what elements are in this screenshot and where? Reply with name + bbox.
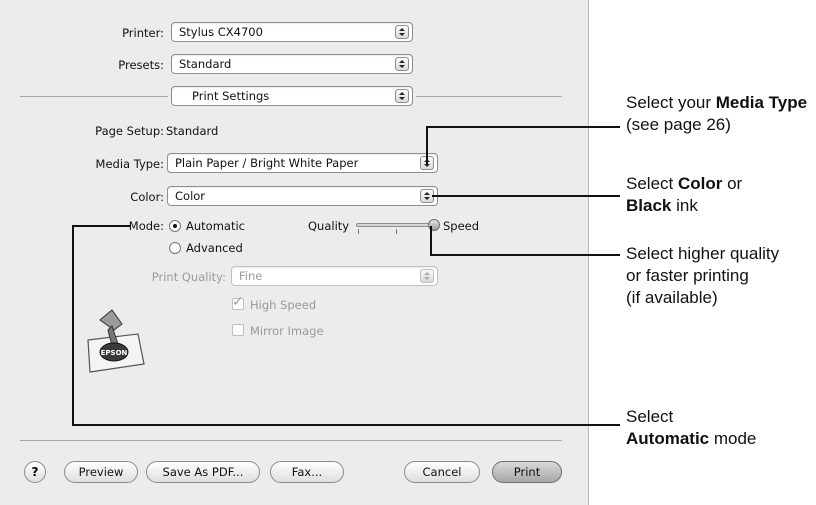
page-setup-label: Page Setup:	[95, 124, 164, 138]
chevron-updown-icon	[395, 89, 409, 103]
mode-advanced-radio[interactable]	[169, 242, 181, 254]
mode-advanced-label[interactable]: Advanced	[186, 241, 243, 255]
speed-label: Speed	[443, 219, 480, 233]
callout-text: mode	[709, 429, 757, 448]
callout-text: Select	[626, 407, 674, 426]
presets-label: Presets:	[118, 58, 164, 72]
color-callout: Select Color or Black ink	[626, 173, 812, 217]
auto-leader-top	[72, 225, 130, 227]
color-label: Color:	[130, 190, 164, 204]
mode-automatic-label[interactable]: Automatic	[186, 219, 245, 233]
print-quality-label: Print Quality:	[151, 270, 226, 284]
fax-button[interactable]: Fax...	[270, 461, 344, 483]
panel-popup[interactable]: Print Settings	[171, 86, 413, 106]
callout-bold: Media Type	[715, 93, 808, 112]
chevron-updown-icon	[420, 269, 434, 283]
media-type-callout: Select your Media Type (see page 26)	[626, 92, 812, 136]
print-dialog: Printer: Stylus CX4700 Presets: Standard…	[0, 0, 589, 505]
media-type-popup[interactable]: Plain Paper / Bright White Paper	[167, 153, 438, 173]
epson-logo-text: EPSON	[101, 349, 128, 357]
callout-text: or faster printing	[626, 266, 749, 285]
callout-text: ink	[671, 196, 698, 215]
preview-button[interactable]: Preview	[64, 461, 138, 483]
quality-callout: Select higher quality or faster printing…	[626, 243, 814, 309]
color-value: Color	[175, 189, 206, 203]
print-quality-value: Fine	[239, 269, 263, 283]
callout-bold: Black	[626, 196, 672, 215]
auto-leader-vertical	[72, 225, 74, 425]
bottom-separator	[20, 440, 562, 441]
media-leader-vertical	[426, 126, 428, 164]
quality-speed-slider[interactable]	[356, 223, 434, 227]
cancel-button[interactable]: Cancel	[404, 461, 480, 483]
callout-text: (see page 26)	[626, 115, 731, 134]
epson-printer-icon: EPSON	[78, 300, 150, 376]
media-leader-horizontal	[426, 126, 620, 128]
callout-text: Select	[626, 174, 678, 193]
panel-value: Print Settings	[192, 89, 270, 103]
print-quality-popup[interactable]: Fine	[231, 266, 438, 286]
color-leader	[432, 195, 620, 197]
slider-tick	[358, 229, 359, 234]
callout-text: Select higher quality	[626, 244, 780, 263]
automatic-callout: Select Automatic mode	[626, 406, 812, 450]
callout-text: (if available)	[626, 288, 718, 307]
printer-value: Stylus CX4700	[179, 25, 263, 39]
callout-text: or	[722, 174, 743, 193]
chevron-updown-icon	[395, 57, 409, 71]
media-type-value: Plain Paper / Bright White Paper	[175, 156, 359, 170]
mirror-image-label: Mirror Image	[250, 324, 324, 338]
panel-separator-left	[20, 96, 168, 97]
mirror-image-checkbox[interactable]	[232, 324, 244, 336]
presets-popup[interactable]: Standard	[171, 54, 413, 74]
callout-text: Select your	[626, 93, 716, 112]
callout-bold: Color	[677, 174, 723, 193]
print-button[interactable]: Print	[492, 461, 562, 483]
presets-value: Standard	[179, 57, 232, 71]
quality-leader-horizontal	[430, 254, 620, 256]
callout-bold: Automatic	[626, 429, 710, 448]
high-speed-label: High Speed	[250, 298, 317, 312]
quality-label: Quality	[308, 219, 350, 233]
mode-automatic-radio[interactable]	[169, 220, 181, 232]
panel-separator-right	[416, 96, 562, 97]
printer-popup[interactable]: Stylus CX4700	[171, 22, 413, 42]
save-as-pdf-button[interactable]: Save As PDF...	[146, 461, 260, 483]
color-popup[interactable]: Color	[167, 186, 438, 206]
auto-leader-bottom	[72, 424, 620, 426]
quality-leader-vertical	[430, 226, 432, 255]
help-button[interactable]: ?	[24, 461, 46, 483]
chevron-updown-icon	[395, 25, 409, 39]
printer-label: Printer:	[122, 26, 164, 40]
checkmark-icon: ✓	[232, 294, 244, 310]
slider-tick	[396, 229, 397, 234]
media-type-label: Media Type:	[95, 157, 164, 171]
page-setup-value: Standard	[166, 124, 219, 138]
